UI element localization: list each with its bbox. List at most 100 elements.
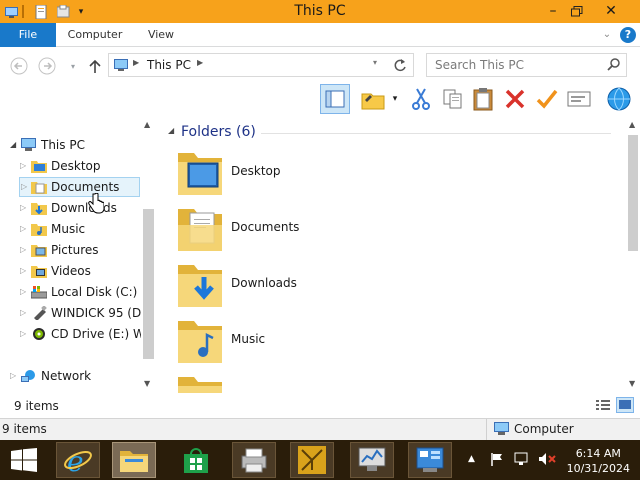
- flag-icon[interactable]: [490, 452, 504, 469]
- expand-icon[interactable]: ▷: [20, 198, 30, 218]
- expand-ribbon-icon[interactable]: ⌄: [600, 23, 614, 47]
- taskbar-app-network-map[interactable]: [290, 442, 334, 478]
- taskbar-file-explorer[interactable]: [112, 442, 156, 478]
- nav-item-music[interactable]: ▷ Music: [0, 219, 141, 239]
- new-folder-icon[interactable]: [56, 3, 70, 20]
- large-icons-view-icon[interactable]: [616, 397, 634, 413]
- search-placeholder: Search This PC: [435, 58, 524, 72]
- group-collapse-icon[interactable]: ◢: [168, 126, 174, 135]
- downloads-folder-icon: [31, 201, 47, 215]
- pictures-folder-icon: [178, 377, 222, 393]
- expand-icon[interactable]: ▷: [20, 303, 30, 323]
- internet-explorer-icon: e: [64, 445, 92, 475]
- delete-icon[interactable]: [502, 86, 528, 112]
- collapse-icon[interactable]: ◢: [10, 135, 20, 155]
- paste-icon[interactable]: [470, 86, 496, 112]
- pictures-folder-icon: [31, 243, 47, 257]
- content-scrollbar[interactable]: ▲ ▼: [626, 117, 640, 393]
- nav-item-downloads[interactable]: ▷ Downloads: [0, 198, 141, 218]
- refresh-icon[interactable]: [393, 57, 407, 76]
- folder-downloads[interactable]: Downloads: [176, 259, 326, 313]
- taskbar-store[interactable]: [174, 442, 218, 478]
- help-icon[interactable]: ?: [620, 27, 636, 43]
- desktop-folder-icon: [178, 153, 222, 195]
- back-button[interactable]: [10, 57, 28, 75]
- search-icon[interactable]: [607, 57, 621, 76]
- scroll-thumb[interactable]: [628, 135, 638, 251]
- expand-icon[interactable]: ▷: [20, 240, 30, 260]
- maximize-button[interactable]: [562, 0, 592, 22]
- copy-icon[interactable]: [440, 86, 466, 112]
- network-globe-icon[interactable]: [606, 86, 632, 112]
- address-dropdown-icon[interactable]: ▾: [373, 58, 377, 67]
- downloads-folder-icon: [178, 265, 222, 307]
- tab-computer[interactable]: Computer: [60, 23, 130, 47]
- expand-icon[interactable]: ▷: [20, 261, 30, 281]
- nav-item-pictures[interactable]: ▷ Pictures: [0, 240, 141, 260]
- hard-drive-icon: [30, 285, 48, 299]
- divider: [22, 5, 24, 18]
- expand-icon[interactable]: ▷: [20, 156, 30, 176]
- nav-item-usb-drive[interactable]: ▷ WINDICK 95 (D:): [0, 303, 150, 323]
- scroll-up-icon[interactable]: ▲: [144, 120, 150, 129]
- close-button[interactable]: ✕: [596, 0, 626, 22]
- options-dropdown-icon[interactable]: ▾: [388, 86, 402, 112]
- up-button[interactable]: [86, 57, 104, 75]
- folder-pictures-partial[interactable]: [176, 371, 326, 393]
- cut-icon[interactable]: [408, 86, 434, 112]
- nav-item-videos[interactable]: ▷ Videos: [0, 261, 141, 281]
- tab-view[interactable]: View: [138, 23, 184, 47]
- taskbar-internet-explorer[interactable]: e: [56, 442, 100, 478]
- search-box[interactable]: Search This PC: [426, 53, 627, 77]
- computer-icon: [494, 422, 510, 439]
- documents-folder-icon: [178, 209, 222, 251]
- nav-item-desktop[interactable]: ▷ Desktop: [0, 156, 141, 176]
- this-pc-icon: [113, 58, 131, 76]
- nav-item-cd-drive[interactable]: ▷ CD Drive (E:) WIN: [0, 324, 141, 344]
- folder-desktop[interactable]: Desktop: [176, 147, 326, 201]
- system-menu-icon[interactable]: [4, 3, 18, 20]
- breadcrumb-this-pc[interactable]: This PC: [147, 58, 191, 72]
- taskbar-app-control-panel[interactable]: [408, 442, 452, 478]
- start-button[interactable]: [2, 442, 46, 478]
- scroll-up-icon[interactable]: ▲: [629, 120, 635, 129]
- nav-item-local-disk[interactable]: ▷ Local Disk (C:): [0, 282, 141, 302]
- properties-toolbar-icon[interactable]: [566, 86, 592, 112]
- properties-icon[interactable]: [34, 3, 48, 20]
- address-bar[interactable]: ▶ This PC ▶ ▾: [108, 53, 414, 77]
- options-icon[interactable]: [360, 86, 386, 112]
- folder-documents[interactable]: Documents: [176, 203, 326, 257]
- nav-item-documents[interactable]: ▷ Documents: [19, 177, 140, 197]
- volume-muted-icon[interactable]: [538, 452, 556, 469]
- scroll-down-icon[interactable]: ▼: [629, 379, 635, 388]
- details-view-icon[interactable]: [596, 399, 610, 414]
- navigation-pane-scrollbar[interactable]: ▲ ▼: [141, 117, 156, 393]
- group-header[interactable]: Folders (6): [181, 124, 256, 140]
- forward-button[interactable]: [38, 57, 56, 75]
- info-location: Computer: [514, 422, 574, 436]
- taskbar-app-printer[interactable]: [232, 442, 276, 478]
- scroll-thumb[interactable]: [143, 209, 154, 359]
- expand-icon[interactable]: ▷: [20, 324, 30, 344]
- expand-icon[interactable]: ▷: [20, 219, 30, 239]
- clock[interactable]: 6:14 AM 10/31/2024: [567, 446, 630, 476]
- info-item-count: 9 items: [2, 422, 47, 436]
- breadcrumb-chevron-icon[interactable]: ▶: [197, 58, 203, 67]
- recent-locations-icon[interactable]: ▾: [64, 57, 82, 75]
- nav-item-this-pc[interactable]: ◢ This PC: [0, 135, 141, 155]
- network-status-icon[interactable]: [514, 452, 530, 469]
- show-hidden-icons-icon[interactable]: ▲: [468, 454, 475, 464]
- navigation-pane-button[interactable]: [320, 84, 350, 114]
- folder-music[interactable]: Music: [176, 315, 326, 369]
- taskbar-app-monitor[interactable]: [350, 442, 394, 478]
- tab-file[interactable]: File: [0, 23, 56, 47]
- expand-icon[interactable]: ▷: [21, 177, 31, 197]
- scroll-down-icon[interactable]: ▼: [144, 379, 150, 388]
- music-folder-icon: [178, 321, 222, 363]
- expand-icon[interactable]: ▷: [10, 366, 20, 386]
- customize-quick-access-icon[interactable]: ▾: [76, 3, 86, 20]
- expand-icon[interactable]: ▷: [20, 282, 30, 302]
- nav-item-network[interactable]: ▷ Network: [0, 366, 141, 386]
- breadcrumb-chevron-icon[interactable]: ▶: [133, 58, 139, 67]
- rename-icon[interactable]: [534, 86, 560, 112]
